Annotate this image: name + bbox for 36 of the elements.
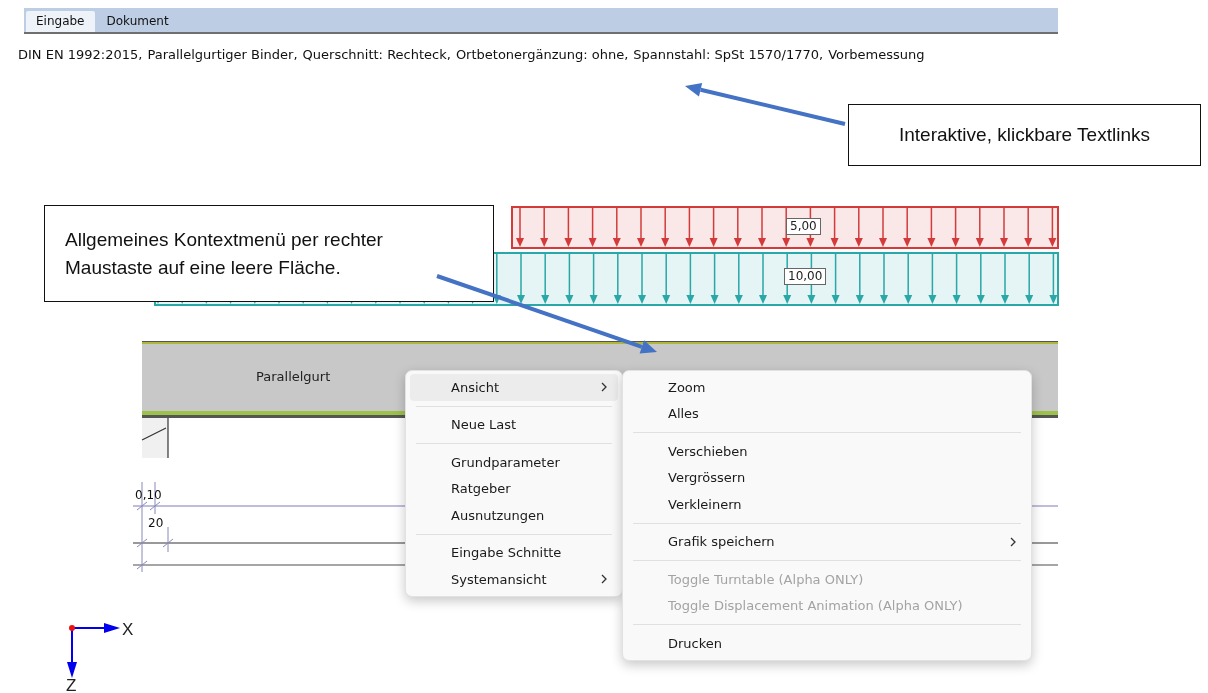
- menu-item[interactable]: Verkleinern: [627, 491, 1027, 518]
- text-link[interactable]: Spannstahl: SpSt 1570/1770,: [633, 47, 824, 62]
- menu-item[interactable]: Verschieben: [627, 438, 1027, 465]
- callout-box: Allgemeines Kontextmenü per rechter Maustaste auf eine leere Fläche.: [44, 205, 494, 302]
- tab[interactable]: Dokument: [96, 11, 179, 32]
- tab[interactable]: Eingabe: [26, 11, 95, 32]
- text-link[interactable]: Vorbemessung: [828, 47, 925, 62]
- dimension-label: 0,10: [135, 488, 162, 502]
- text-link[interactable]: DIN EN 1992:2015,: [18, 47, 143, 62]
- dimension-label: 20: [148, 516, 164, 530]
- menu-item[interactable]: Eingabe Schnitte: [410, 539, 618, 566]
- support-drawing: [141, 417, 169, 459]
- menu-item[interactable]: Grafik speichern: [627, 528, 1027, 555]
- menu-item[interactable]: Ratgeber: [410, 475, 618, 502]
- chevron-right-icon: [600, 574, 608, 585]
- callout-box: Interaktive, klickbare Textlinks: [848, 104, 1201, 166]
- origin-point: [69, 625, 75, 631]
- menu-item[interactable]: Drucken: [627, 630, 1027, 657]
- menu-item[interactable]: Neue Last: [410, 411, 618, 438]
- menu-item[interactable]: Vergrössern: [627, 464, 1027, 491]
- beam-label: Parallelgurt: [256, 369, 331, 384]
- menu-item[interactable]: Ansicht: [410, 374, 618, 401]
- chevron-right-icon: [600, 382, 608, 393]
- menu-item[interactable]: Ausnutzungen: [410, 502, 618, 529]
- chevron-right-icon: [1009, 536, 1017, 547]
- text-link[interactable]: Parallelgurtiger Binder,: [147, 47, 298, 62]
- load-value: 10,00: [784, 268, 827, 285]
- text-link[interactable]: Ortbetonergänzung: ohne,: [455, 47, 629, 62]
- menu-item[interactable]: Zoom: [627, 374, 1027, 401]
- menu-item[interactable]: Systemansicht: [410, 566, 618, 593]
- text-link[interactable]: Querschnitt: Rechteck,: [302, 47, 451, 62]
- menu-item[interactable]: Grundparameter: [410, 449, 618, 476]
- axis-label: Z: [66, 676, 77, 693]
- load-value: 5,00: [786, 218, 821, 235]
- menu-item[interactable]: Alles: [627, 400, 1027, 427]
- axis-label: X: [122, 620, 134, 640]
